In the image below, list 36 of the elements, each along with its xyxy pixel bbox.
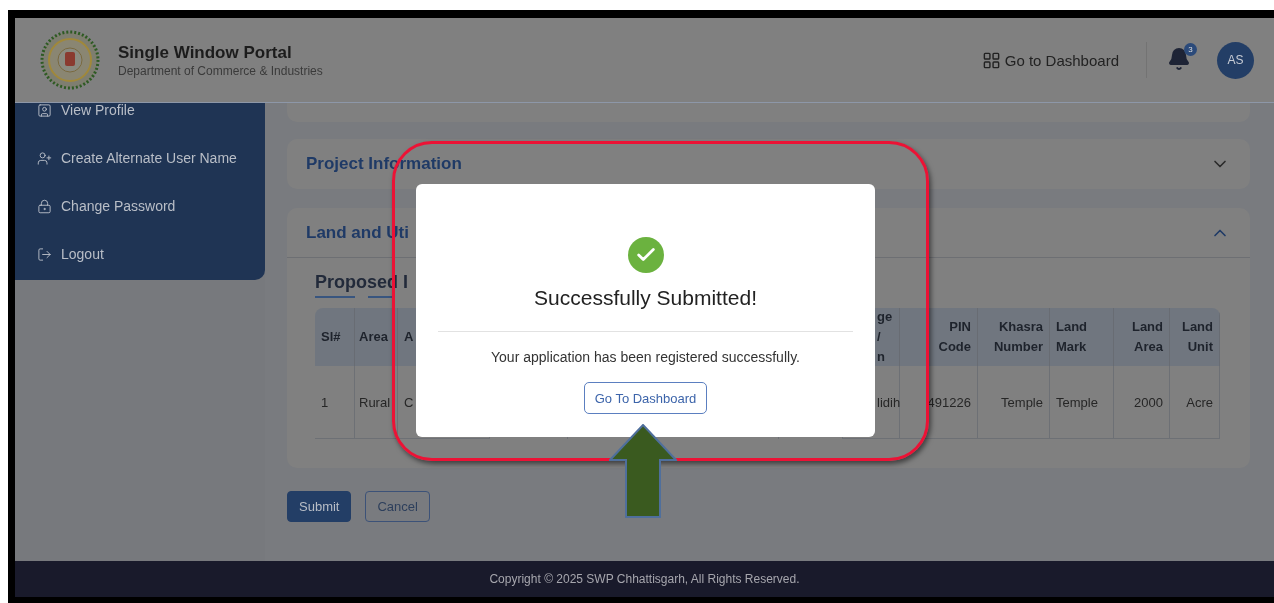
submit-button[interactable]: Submit bbox=[287, 491, 352, 522]
user-avatar[interactable]: AS bbox=[1217, 41, 1254, 79]
table-cell: Rural bbox=[355, 366, 398, 439]
table-cell: Temple bbox=[978, 366, 1050, 439]
column-header: PIN Code bbox=[900, 308, 978, 366]
logout-icon bbox=[37, 246, 52, 262]
column-header: Sl# bbox=[315, 308, 355, 366]
table-cell: 2000 bbox=[1114, 366, 1170, 439]
user-plus-icon bbox=[37, 150, 52, 166]
column-header: Land Mark bbox=[1050, 308, 1114, 366]
column-header: Land Unit bbox=[1170, 308, 1220, 366]
column-header: Khasra Number bbox=[978, 308, 1050, 366]
go-to-dashboard-button[interactable]: Go To Dashboard bbox=[583, 382, 708, 414]
sidebar-item[interactable]: Change Password bbox=[37, 182, 265, 230]
bell-icon[interactable] bbox=[1167, 47, 1191, 71]
notification-badge: 3 bbox=[1184, 43, 1197, 56]
sidebar-item[interactable]: Logout bbox=[37, 230, 265, 278]
table-cell: 491226 bbox=[900, 366, 978, 439]
dialog-message: Your application has been registered successfully. bbox=[491, 349, 800, 365]
table-cell: 1 bbox=[315, 366, 355, 439]
lock-icon bbox=[37, 198, 52, 214]
success-check-icon bbox=[627, 237, 664, 273]
profile-icon bbox=[37, 103, 52, 118]
table-cell: Acre bbox=[1170, 366, 1220, 439]
portal-subtitle: Department of Commerce & Industries bbox=[118, 63, 323, 78]
sidebar-item[interactable]: Create Alternate User Name bbox=[37, 134, 265, 182]
dialog-title: Successfully Submitted! bbox=[534, 286, 757, 310]
portal-title: Single Window Portal bbox=[118, 42, 293, 63]
copyright-text: Copyright © 2025 SWP Chhattisgarh, All Rights Reserved. bbox=[489, 572, 800, 586]
column-header: Area bbox=[355, 308, 398, 366]
grid-icon bbox=[981, 50, 1001, 70]
emblem-logo bbox=[40, 30, 100, 90]
table-cell: Temple bbox=[1050, 366, 1114, 439]
dashboard-link[interactable]: Go to Dashboard bbox=[981, 50, 1119, 70]
column-header: Land Area bbox=[1114, 308, 1170, 366]
sidebar-item[interactable]: View Profile bbox=[37, 103, 265, 134]
